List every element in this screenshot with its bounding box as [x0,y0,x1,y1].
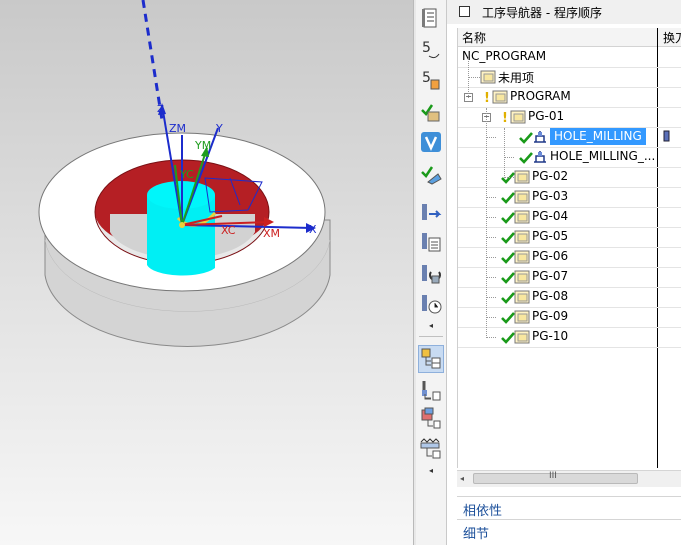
axis-label-xm: XM [263,227,280,240]
status-warning-icon: ! [482,90,492,104]
folder-icon [514,210,530,224]
folder-icon [510,110,526,124]
axis-label-y: Y [215,122,223,135]
verify-toolpath-icon[interactable] [419,130,443,154]
horizontal-scrollbar[interactable]: ◂ III [457,470,681,487]
tree-row-label: PG-09 [532,309,569,323]
axis-label-ym: YM [194,139,211,152]
tree-row-label: HOLE_MILLING [550,128,646,145]
folder-icon [514,230,530,244]
tree-row[interactable]: ! − PROGRAM [458,87,681,108]
machine-tool-view-icon[interactable] [419,378,443,402]
simulate-machine-icon[interactable] [419,162,443,186]
time-estimate-icon[interactable] [419,292,443,316]
tree-row[interactable]: PG-02 [458,167,681,188]
column-header-tool-change[interactable]: 换刀 [663,29,681,46]
postprocess-icon[interactable] [419,200,443,224]
tree-row-label: PROGRAM [510,89,571,103]
shop-doc-icon[interactable] [419,230,443,254]
folder-icon [492,90,508,104]
folder-icon [514,190,530,204]
tree-row[interactable]: NC_PROGRAM [458,47,681,68]
create-tool-icon[interactable]: 5 [419,38,443,62]
svg-text:!: ! [502,111,508,124]
hole-milling-icon [532,130,548,144]
tree-row-label: PG-03 [532,189,569,203]
tree-row-label: NC_PROGRAM [462,49,547,63]
panel-details-label: 细节 [463,527,490,542]
navigator-tree-grid[interactable]: 名称 换刀 NC_PROGRAM未用项!−PROGRAM!−PG-01HOLE_… [457,28,681,468]
machining-method-view-icon[interactable] [419,436,443,460]
program-order-view-icon[interactable] [418,345,444,373]
navigator-title: 工序导航器 - 程序顺序 [482,6,602,20]
status-warning-icon: ! [500,110,510,124]
folder-icon [514,290,530,304]
tree-row-label: PG-02 [532,169,569,183]
geometry-view-icon[interactable] [419,406,443,430]
axis-label-x: X [309,223,317,236]
scrollbar-grip: III [549,471,557,481]
folder-icon [514,250,530,264]
scroll-left-icon[interactable]: ◂ [460,474,464,483]
svg-text:5: 5 [422,40,431,56]
batch-process-icon[interactable] [419,262,443,286]
folder-icon [514,330,530,344]
panel-details[interactable]: 细节 [457,519,681,542]
axis-label-yc: YC [179,168,194,181]
axis-label-z: Z [157,104,164,115]
tree-row-label: PG-08 [532,289,569,303]
folder-icon [514,270,530,284]
panel-dependencies[interactable]: 相依性 [457,496,681,519]
part-model: Z ZM Y YM YC XC XM X [38,0,331,347]
navigator-pin-checkbox[interactable] [459,6,470,17]
svg-text:5: 5 [422,70,431,86]
generate-toolpath-icon[interactable] [419,100,443,124]
folder-icon [514,170,530,184]
column-header: 名称 换刀 [458,28,681,47]
tree-row-label: PG-06 [532,249,569,263]
hole-milling-icon [532,150,548,164]
tree-row[interactable]: 未用项 [458,67,681,88]
column-header-name[interactable]: 名称 [462,29,486,46]
operation-navigator: 工序导航器 - 程序顺序 名称 换刀 NC_PROGRAM 未用项 !−PROGRA… [447,0,681,545]
tree-row-label: PG-10 [532,329,569,343]
toolbar-scroll-left-icon[interactable]: ◂ [419,322,443,330]
tree-row[interactable]: HOLE_MILLING_... [458,147,681,168]
axis-label-zm: ZM [169,122,186,135]
tree-row-label: HOLE_MILLING_... [550,149,656,163]
toolbar-scroll-left-2-icon[interactable]: ◂ [419,467,443,475]
tree-row-label: PG-01 [528,109,565,123]
tree-row-label: PG-05 [532,229,569,243]
navigator-title-bar: 工序导航器 - 程序顺序 [447,0,681,24]
tool-change-icon [662,130,672,142]
create-program-icon[interactable] [419,6,443,30]
folder-icon [480,70,496,84]
tree-row-label: 未用项 [498,71,535,85]
axis-label-xc: XC [221,224,236,237]
scrollbar-thumb[interactable]: III [473,471,638,484]
tree-row-label: PG-04 [532,209,569,223]
tree-row[interactable]: ! − PG-01 [458,107,681,128]
create-geometry-icon[interactable]: 5 [419,68,443,92]
graphics-viewport[interactable]: Z ZM Y YM YC XC XM X [0,0,413,545]
resource-bar-toolbar: 5 5 ◂ ◂ [416,0,447,545]
panel-dependencies-label: 相依性 [463,504,503,519]
tree-row-label: PG-07 [532,269,569,283]
folder-icon [514,310,530,324]
svg-text:!: ! [484,91,490,104]
